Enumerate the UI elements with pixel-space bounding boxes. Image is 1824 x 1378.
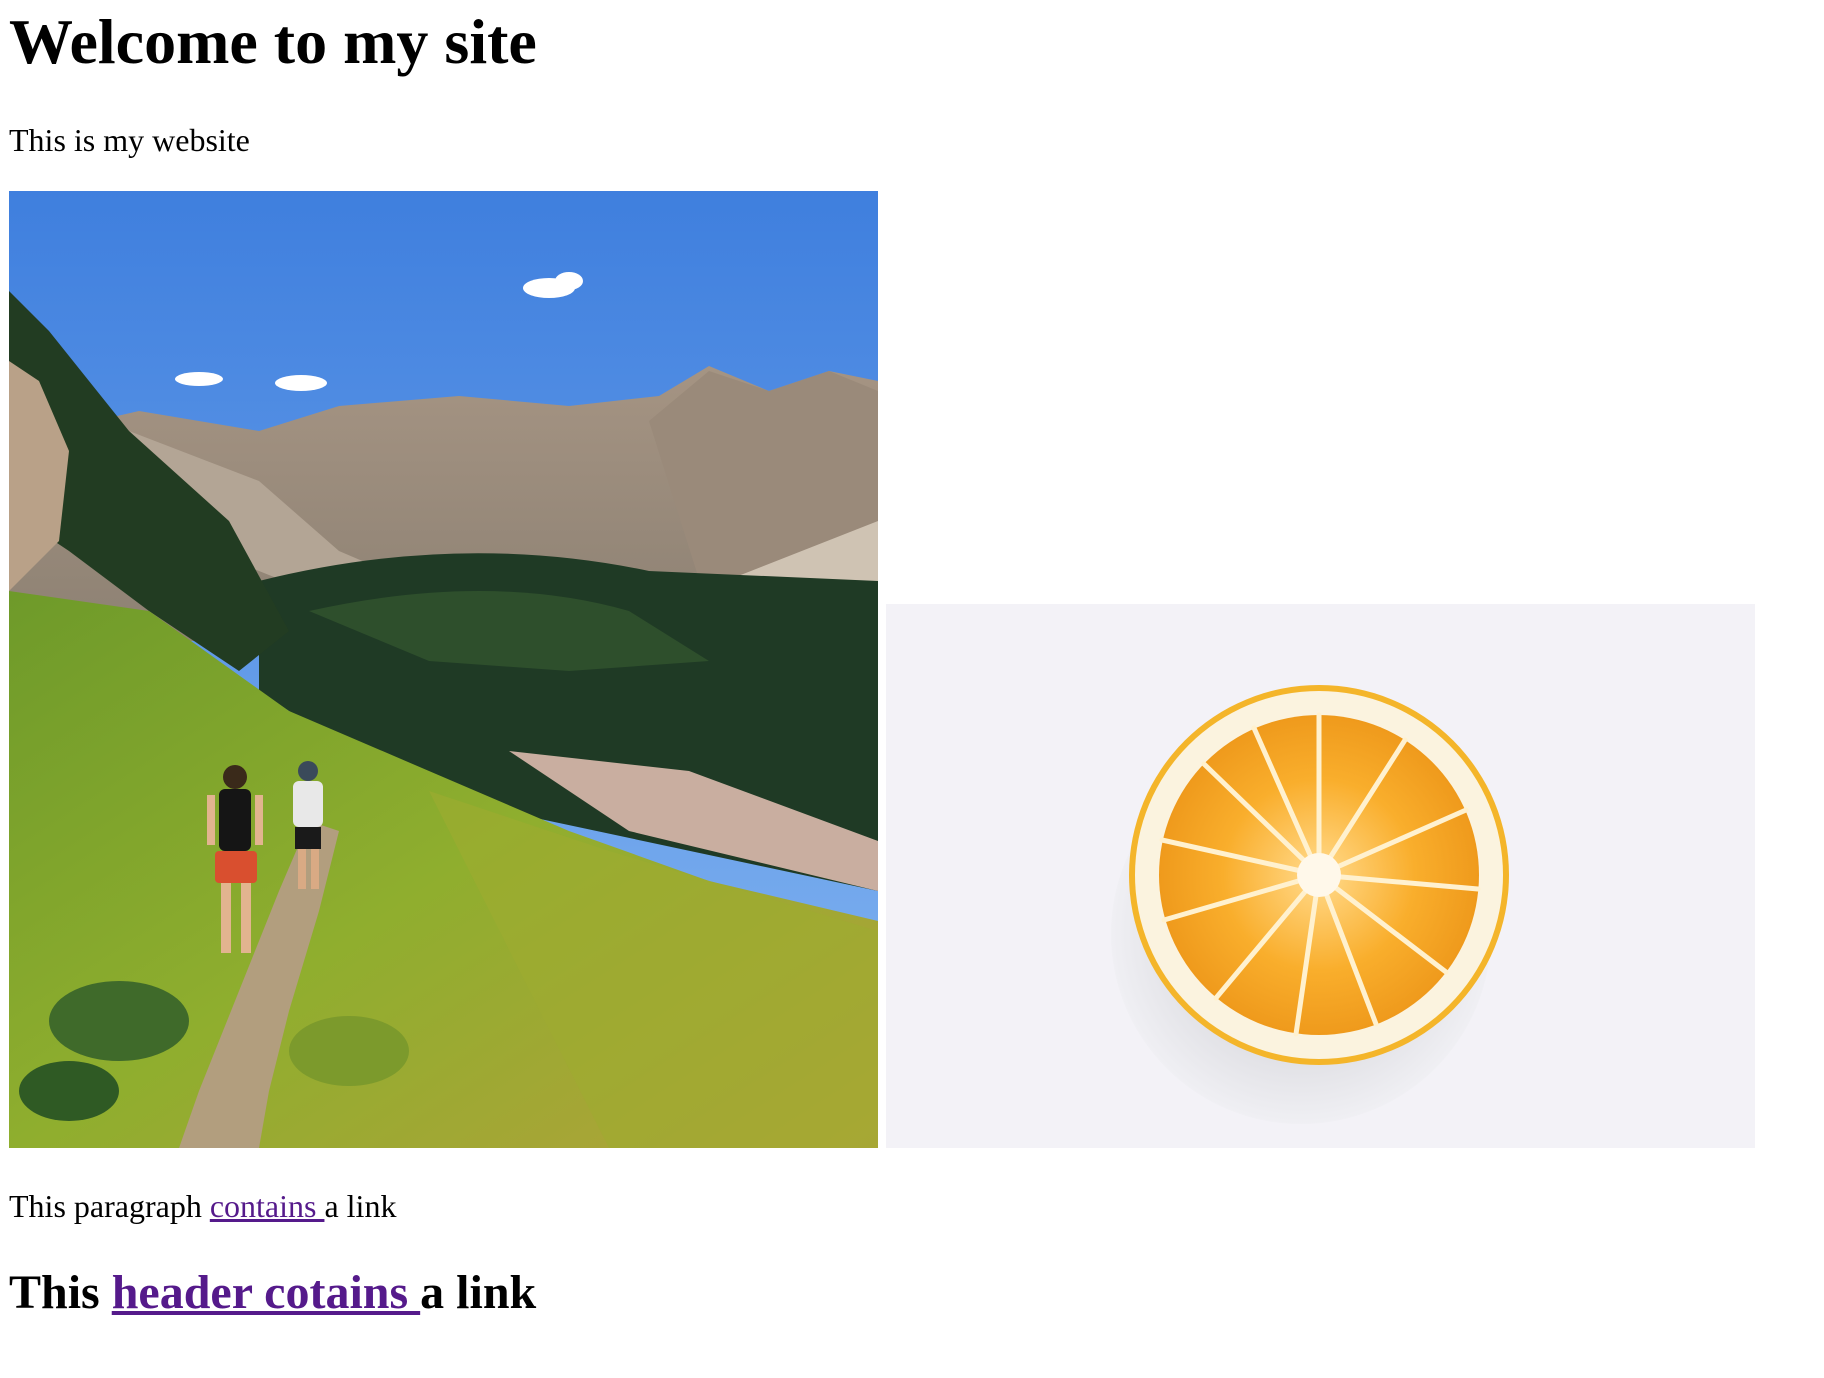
image-row	[9, 191, 1769, 1151]
paragraph-text-before: This paragraph	[9, 1188, 210, 1224]
link-paragraph: This paragraph contains a link	[9, 1186, 396, 1226]
paragraph-link[interactable]: contains	[210, 1188, 325, 1224]
intro-text: This is my website	[9, 122, 250, 158]
paragraph-text-after: a link	[324, 1188, 397, 1224]
orange-half-photo	[886, 604, 1755, 1148]
header-text-before: This	[9, 1266, 112, 1319]
link-header: This header cotains a link	[9, 1264, 536, 1322]
header-text-after: a link	[420, 1266, 537, 1319]
mountain-hiking-photo	[9, 191, 878, 1148]
page-title: Welcome to my site	[9, 6, 537, 77]
header-link[interactable]: header cotains	[112, 1266, 420, 1319]
